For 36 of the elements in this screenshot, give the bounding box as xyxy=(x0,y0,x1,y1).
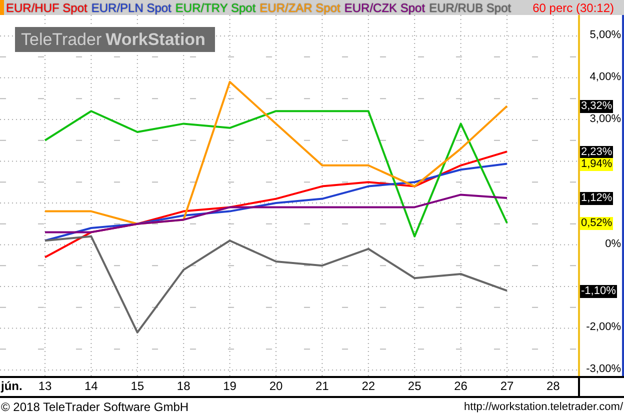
x-axis-label: 19 xyxy=(223,380,236,392)
legend-label: EUR/ZAR Spot xyxy=(260,2,340,14)
y-axis-label: 0% xyxy=(605,238,621,250)
logo-brand: TeleTrader xyxy=(21,31,102,48)
y-axis-label: 4,00% xyxy=(590,72,621,83)
x-axis-label: 13 xyxy=(38,380,52,392)
x-axis-label: 28 xyxy=(546,380,560,392)
x-axis-title: jún. xyxy=(1,380,22,392)
y-axis-label: 3,00% xyxy=(590,114,621,124)
last-value-badge: 0,52% xyxy=(580,217,614,230)
x-axis-label: 27 xyxy=(500,380,514,392)
last-value-badge: 1,94% xyxy=(580,158,614,171)
x-axis-label: 15 xyxy=(130,380,144,392)
copyright-text: © 2018 TeleTrader Software GmbH xyxy=(1,401,189,413)
legend-label: EUR/PLN Spot xyxy=(91,2,172,14)
y-axis-label: 5,00% xyxy=(590,30,621,41)
x-axis-label: 14 xyxy=(84,380,98,392)
last-value-badge: 1,12% xyxy=(580,192,614,205)
logo-product: WorkStation xyxy=(106,31,206,48)
y-axis-label: -2,00% xyxy=(586,322,621,334)
x-axis-label: 20 xyxy=(269,380,283,392)
legend-label: EUR/RUB Spot xyxy=(429,2,512,14)
x-axis-label: 21 xyxy=(316,380,329,392)
legend-label: EUR/CZK Spot xyxy=(344,2,426,14)
x-axis-label: 18 xyxy=(176,380,190,392)
interval-label: 60 perc (30:12) xyxy=(532,2,614,14)
website-link[interactable]: http://workstation.teletrader.com/ xyxy=(464,402,623,412)
y-axis-label: -3,00% xyxy=(586,364,621,375)
legend-label: EUR/HUF Spot xyxy=(6,2,88,14)
last-value-badge: -1,10% xyxy=(580,284,617,298)
legend-label: EUR/TRY Spot xyxy=(175,2,256,14)
last-value-badge: 2,23% xyxy=(580,146,614,159)
last-value-badge: 3,32% xyxy=(580,100,614,114)
x-axis-label: 25 xyxy=(408,380,422,392)
x-axis-label: 22 xyxy=(362,380,376,392)
x-axis-label: 26 xyxy=(454,380,468,392)
